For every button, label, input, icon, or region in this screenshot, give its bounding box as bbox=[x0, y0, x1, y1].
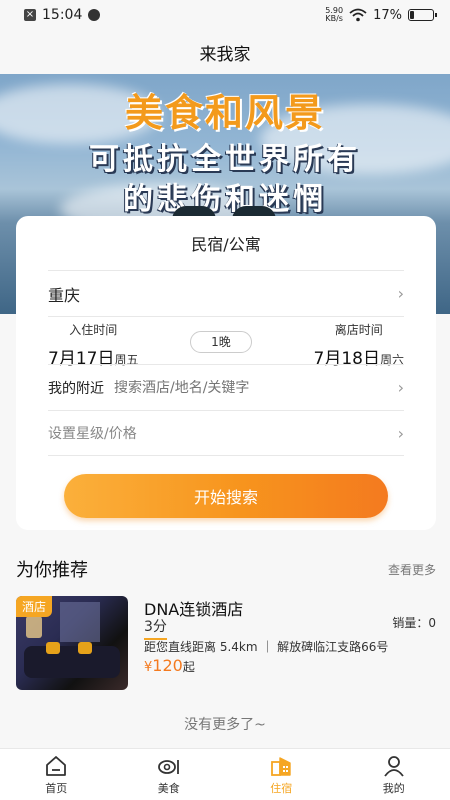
keyword-search-row[interactable]: 我的附近 › bbox=[48, 364, 404, 410]
price-value: 120 bbox=[152, 656, 183, 675]
city-selector[interactable]: 重庆 › bbox=[48, 270, 404, 316]
tab-lodging[interactable]: 住宿 bbox=[225, 749, 338, 800]
hotel-score: 3分 bbox=[144, 616, 167, 640]
date-selector[interactable]: 入住时间 7月17日周五 1晚 离店时间 7月18日周六 bbox=[48, 316, 404, 369]
checkout-date[interactable]: 离店时间 7月18日周六 bbox=[314, 321, 404, 369]
alarm-icon bbox=[88, 9, 101, 21]
tab-food[interactable]: 美食 bbox=[113, 749, 226, 800]
nights-badge: 1晚 bbox=[190, 331, 252, 353]
chevron-right-icon: › bbox=[397, 284, 404, 303]
network-speed: 5.90 KB/s bbox=[325, 6, 344, 23]
page-title: 来我家 bbox=[0, 30, 450, 74]
home-icon bbox=[46, 755, 67, 776]
banner-headline: 美食和风景 bbox=[124, 91, 325, 135]
banner-line-3: 的悲伤和迷惘 bbox=[123, 182, 327, 217]
status-bar: × 15:04 5.90 KB/s 17% bbox=[0, 0, 450, 30]
tab-profile-label: 我的 bbox=[382, 781, 405, 795]
recommend-header: 为你推荐 查看更多 bbox=[16, 556, 436, 582]
hotel-price: ¥120起 bbox=[144, 656, 195, 675]
food-icon bbox=[157, 759, 179, 774]
chevron-right-icon: › bbox=[397, 423, 404, 443]
hotel-photo: 酒店 bbox=[16, 596, 128, 690]
checkin-date[interactable]: 入住时间 7月17日周五 bbox=[48, 321, 138, 369]
battery-text: 17% bbox=[373, 7, 402, 23]
card-title: 民宿/公寓 bbox=[191, 235, 261, 254]
star-price-label: 设置星级/价格 bbox=[48, 426, 137, 442]
no-more-text: 没有更多了~ bbox=[184, 717, 266, 733]
checkin-label: 入住时间 bbox=[69, 323, 118, 337]
page-title-text: 来我家 bbox=[199, 44, 251, 65]
chevron-right-icon: › bbox=[397, 378, 404, 397]
tab-home-label: 首页 bbox=[45, 781, 68, 795]
start-search-button[interactable]: 开始搜索 bbox=[64, 474, 388, 518]
star-price-filter[interactable]: 设置星级/价格 › bbox=[48, 410, 404, 456]
checkout-label: 离店时间 bbox=[334, 323, 383, 337]
tab-lodging-label: 住宿 bbox=[270, 781, 293, 795]
hotel-address: 距您直线距离 5.4km ｜ 解放碑临江支路66号 bbox=[144, 640, 389, 654]
hotel-card[interactable]: 酒店 DNA连锁酒店 3分 销量：0 距您直线距离 5.4km ｜ 解放碑临江支… bbox=[16, 596, 436, 692]
hotel-icon bbox=[271, 756, 291, 776]
price-suffix: 起 bbox=[182, 660, 195, 674]
battery-icon bbox=[408, 9, 437, 21]
status-time: 15:04 bbox=[42, 7, 83, 23]
tab-food-label: 美食 bbox=[157, 781, 180, 795]
city-name: 重庆 bbox=[48, 285, 81, 305]
profile-icon bbox=[384, 755, 404, 777]
notification-icon: × bbox=[24, 9, 36, 21]
view-more-link[interactable]: 查看更多 bbox=[388, 561, 436, 578]
keyword-search-input[interactable] bbox=[114, 379, 398, 396]
recommend-title: 为你推荐 bbox=[16, 560, 88, 581]
tab-profile[interactable]: 我的 bbox=[338, 749, 450, 800]
wifi-icon bbox=[349, 8, 367, 22]
bottom-tab-bar: 首页 美食 住宿 我的 bbox=[0, 748, 450, 800]
nearby-button[interactable]: 我的附近 bbox=[48, 378, 104, 398]
tab-home[interactable]: 首页 bbox=[0, 749, 113, 800]
banner-line-2: 可抵抗全世界所有 bbox=[89, 142, 361, 177]
hotel-sales: 销量：0 bbox=[392, 616, 436, 630]
hotel-type-tag: 酒店 bbox=[16, 596, 53, 617]
